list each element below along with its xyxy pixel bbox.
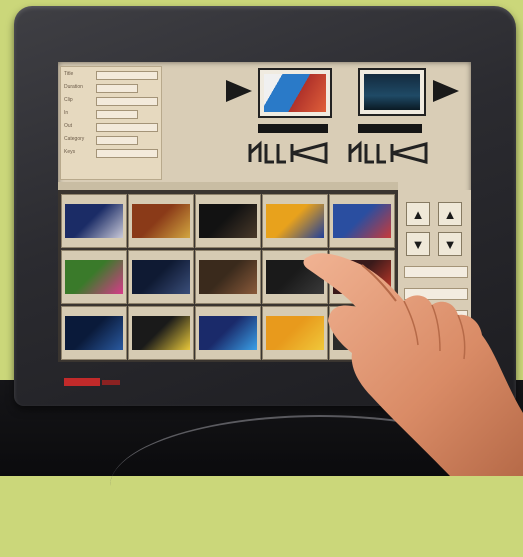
channel-logo-right xyxy=(348,140,428,164)
preview-right-label xyxy=(358,124,422,133)
scroll-up-button[interactable]: ▲ xyxy=(406,202,430,226)
clip-thumbnail-image xyxy=(65,204,123,238)
clip-thumbnail[interactable] xyxy=(128,306,194,360)
info-row: Clip xyxy=(64,97,158,106)
info-label: Category xyxy=(64,136,85,142)
preview-left-image xyxy=(264,74,326,112)
clip-thumbnail[interactable] xyxy=(195,306,261,360)
info-label: Duration xyxy=(64,84,83,90)
clip-thumbnail-image xyxy=(266,204,324,238)
clip-thumbnail[interactable] xyxy=(61,306,127,360)
clip-thumbnail-image xyxy=(199,316,257,350)
next-arrow-icon[interactable] xyxy=(433,80,459,102)
clip-thumbnail-image xyxy=(333,204,391,238)
info-row: Duration xyxy=(64,84,158,93)
brand-badge xyxy=(64,378,100,386)
info-label: In xyxy=(64,110,69,116)
preview-right-image xyxy=(364,74,420,110)
info-field[interactable] xyxy=(96,110,138,119)
info-field[interactable] xyxy=(96,123,158,132)
clip-info-panel: Title Duration Clip In Out Category Keys xyxy=(60,66,162,180)
clip-thumbnail[interactable] xyxy=(195,250,261,304)
clip-thumbnail-image xyxy=(199,204,257,238)
info-row: Out xyxy=(64,123,158,132)
indicator-strip xyxy=(102,380,120,385)
up-arrow-icon: ▲ xyxy=(443,206,457,222)
preview-right[interactable] xyxy=(358,68,426,116)
clip-thumbnail-image xyxy=(65,316,123,350)
preview-left[interactable] xyxy=(258,68,332,118)
hand-touching-screen xyxy=(303,253,523,476)
clip-thumbnail-image xyxy=(65,260,123,294)
info-row: In xyxy=(64,110,158,119)
clip-thumbnail[interactable] xyxy=(195,194,261,248)
clip-thumbnail[interactable] xyxy=(61,250,127,304)
info-row: Category xyxy=(64,136,158,145)
info-label: Clip xyxy=(64,97,73,103)
preview-left-label xyxy=(258,124,328,133)
clip-thumbnail-image xyxy=(132,204,190,238)
info-label: Keys xyxy=(64,149,76,155)
clip-thumbnail-image xyxy=(132,316,190,350)
info-row: Title xyxy=(64,71,158,80)
info-field[interactable] xyxy=(96,149,158,158)
info-label: Title xyxy=(64,71,74,77)
info-field[interactable] xyxy=(96,71,158,80)
info-row: Keys xyxy=(64,149,158,158)
clip-thumbnail[interactable] xyxy=(61,194,127,248)
clip-thumbnail[interactable] xyxy=(128,250,194,304)
info-field[interactable] xyxy=(96,97,158,106)
info-field[interactable] xyxy=(96,136,138,145)
info-label: Out xyxy=(64,123,73,129)
page-up-button[interactable]: ▲ xyxy=(438,202,462,226)
clip-thumbnail-image xyxy=(132,260,190,294)
info-field[interactable] xyxy=(96,84,138,93)
channel-logo-left xyxy=(248,140,328,164)
previous-arrow-icon[interactable] xyxy=(226,80,252,102)
clip-thumbnail[interactable] xyxy=(128,194,194,248)
clip-grid-header xyxy=(58,182,398,190)
up-arrow-icon: ▲ xyxy=(411,206,425,222)
clip-thumbnail-image xyxy=(199,260,257,294)
